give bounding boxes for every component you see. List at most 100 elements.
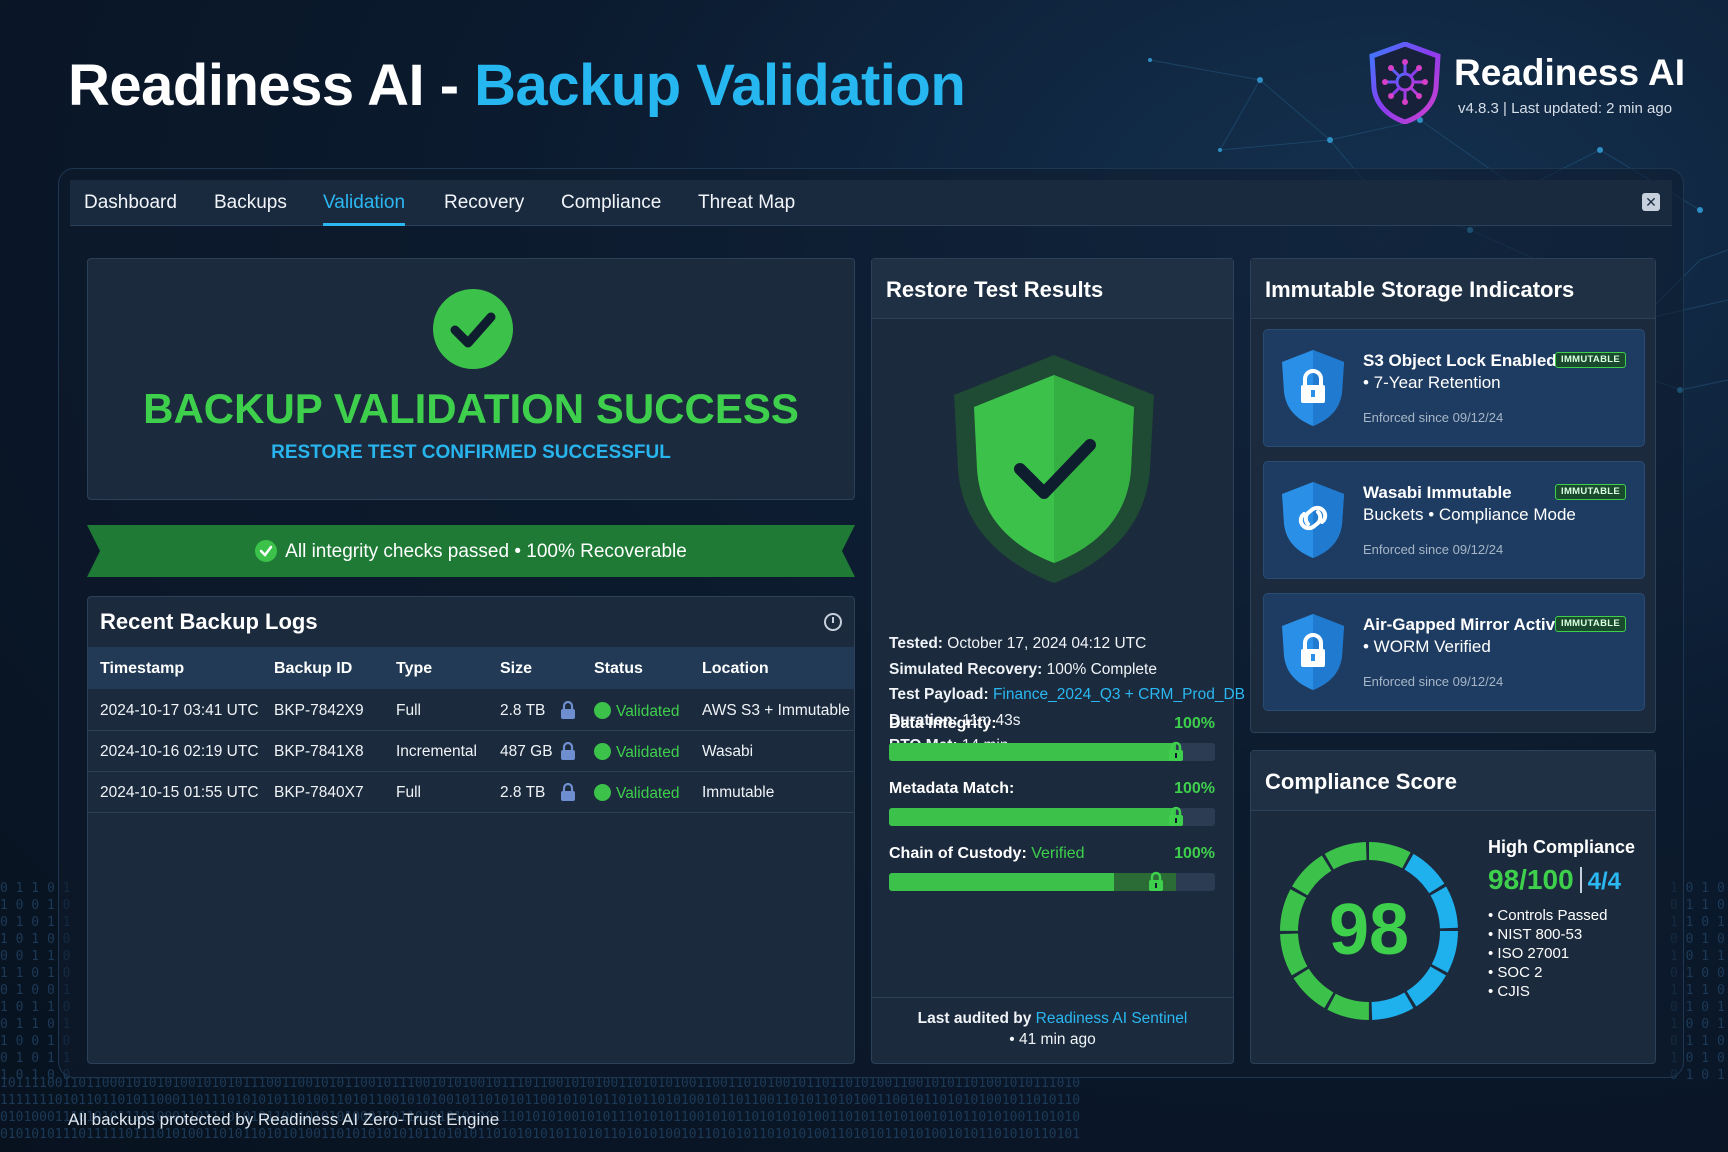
brand-version-meta: v4.8.3 | Last updated: 2 min ago bbox=[1458, 100, 1673, 117]
storage-card[interactable]: Air-Gapped Mirror Active • WORM Verified… bbox=[1263, 593, 1645, 711]
progress-bar-fill bbox=[889, 873, 1114, 891]
tab-backups[interactable]: Backups bbox=[214, 192, 287, 214]
close-icon[interactable]: ✕ bbox=[1642, 193, 1660, 211]
restore-facts: Tested: October 17, 2024 04:12 UTC Simul… bbox=[889, 631, 1245, 759]
progress-bar bbox=[889, 873, 1215, 891]
row-location: AWS S3 + Immutable bbox=[702, 702, 851, 719]
list-item: ISO 27001 bbox=[1488, 944, 1635, 963]
table-row[interactable]: 2024-10-15 01:55 UTC BKP-7840X7 Full 2.8… bbox=[88, 772, 854, 813]
success-title: BACKUP VALIDATION SUCCESS bbox=[143, 385, 799, 432]
test-payload-value: Finance_2024_Q3 + CRM_Prod_DB bbox=[992, 686, 1245, 703]
backup-logs-panel: Recent Backup Logs Timestamp Backup ID T… bbox=[87, 596, 855, 1064]
column-header[interactable]: Status bbox=[594, 660, 643, 678]
audit-agent-link[interactable]: Readiness AI Sentinel bbox=[1036, 1010, 1188, 1027]
compliance-level: High Compliance bbox=[1488, 837, 1636, 857]
bar-label: Data Integrity: bbox=[889, 715, 997, 732]
immutable-panel-title: Immutable Storage Indicators bbox=[1265, 277, 1575, 302]
table-row[interactable]: 2024-10-16 02:19 UTC BKP-7841X8 Incremen… bbox=[88, 731, 854, 772]
compliance-donut: 98 bbox=[1269, 831, 1469, 1031]
lock-icon bbox=[561, 700, 575, 719]
simulated-recovery-value: 100% Complete bbox=[1046, 660, 1157, 678]
page-title: Readiness AI - Backup Validation bbox=[68, 52, 966, 119]
storage-card-detail: • WORM Verified bbox=[1363, 637, 1491, 656]
storage-card[interactable]: S3 Object Lock Enabled • 7-Year Retentio… bbox=[1263, 329, 1645, 447]
padlock-icon bbox=[1168, 806, 1183, 826]
column-header[interactable]: Type bbox=[396, 660, 432, 678]
list-item: NIST 800-53 bbox=[1488, 925, 1635, 944]
check-circle-icon bbox=[594, 784, 611, 801]
page-title-main: Readiness AI - bbox=[68, 53, 459, 118]
brand-block: Readiness AI v4.8.3 | Last updated: 2 mi… bbox=[1368, 42, 1685, 127]
progress-bar-fill bbox=[889, 808, 1176, 826]
tab-recovery[interactable]: Recovery bbox=[444, 192, 524, 214]
check-circle-icon bbox=[255, 540, 278, 562]
padlock-icon bbox=[1149, 871, 1164, 891]
storage-card-since: Enforced since 09/12/24 bbox=[1363, 542, 1504, 557]
compliance-list: Controls Passed NIST 800-53 ISO 27001 SO… bbox=[1488, 906, 1635, 1001]
immutable-badge: IMMUTABLE bbox=[1555, 616, 1626, 632]
row-location: Immutable bbox=[702, 784, 775, 801]
integrity-banner-text: All integrity checks passed • 100% Recov… bbox=[285, 541, 687, 562]
tab-dashboard[interactable]: Dashboard bbox=[84, 192, 177, 214]
storage-card-title: Wasabi Immutable bbox=[1363, 483, 1512, 502]
storage-card-detail: Buckets • Compliance Mode bbox=[1363, 505, 1576, 524]
compliance-score-number: 98 bbox=[1328, 890, 1410, 970]
audit-footer: Last audited by Readiness AI Sentinel • … bbox=[872, 997, 1233, 1063]
lock-icon bbox=[561, 741, 575, 760]
row-type: Incremental bbox=[396, 743, 477, 760]
check-circle-icon bbox=[594, 743, 611, 760]
bar-percent: 100% bbox=[1174, 715, 1215, 732]
lock-icon bbox=[561, 782, 575, 801]
validation-success-panel: BACKUP VALIDATION SUCCESS RESTORE TEST C… bbox=[87, 258, 855, 500]
integrity-banner: All integrity checks passed • 100% Recov… bbox=[87, 525, 855, 577]
row-backup-id: BKP-7842X9 bbox=[274, 702, 364, 719]
row-status: Validated bbox=[594, 743, 679, 762]
list-item: SOC 2 bbox=[1488, 963, 1635, 982]
list-item: CJIS bbox=[1488, 982, 1635, 1001]
bar-percent: 100% bbox=[1174, 780, 1215, 797]
compliance-score-text: 98/100 bbox=[1488, 864, 1574, 895]
chain-shield-icon bbox=[1282, 482, 1344, 558]
column-header[interactable]: Size bbox=[500, 660, 532, 678]
storage-card-since: Enforced since 09/12/24 bbox=[1363, 410, 1504, 425]
immutable-badge: IMMUTABLE bbox=[1555, 352, 1626, 368]
column-header[interactable]: Backup ID bbox=[274, 660, 352, 678]
tab-validation[interactable]: Validation bbox=[323, 192, 406, 226]
immutable-storage-panel: Immutable Storage Indicators S3 Object L… bbox=[1250, 258, 1656, 733]
table-row[interactable]: 2024-10-17 03:41 UTC BKP-7842X9 Full 2.8… bbox=[88, 690, 854, 731]
tested-value: October 17, 2024 04:12 UTC bbox=[947, 635, 1147, 652]
storage-card[interactable]: Wasabi Immutable Buckets • Compliance Mo… bbox=[1263, 461, 1645, 579]
bar-label: Chain of Custody: Verified bbox=[889, 845, 1085, 862]
row-timestamp: 2024-10-16 02:19 UTC bbox=[100, 743, 259, 760]
lock-shield-icon bbox=[1282, 614, 1344, 690]
tab-threat-map[interactable]: Threat Map bbox=[698, 192, 795, 214]
compliance-score-panel: Compliance Score 98 High Compliance 98/1… bbox=[1250, 750, 1656, 1064]
row-type: Full bbox=[396, 702, 421, 719]
row-backup-id: BKP-7840X7 bbox=[274, 784, 364, 801]
list-item: Controls Passed bbox=[1488, 906, 1635, 925]
tab-compliance[interactable]: Compliance bbox=[561, 192, 661, 214]
storage-card-detail: • 7-Year Retention bbox=[1363, 373, 1501, 392]
storage-card-title: Air-Gapped Mirror Active bbox=[1363, 615, 1565, 634]
compliance-fraction: 4/4 bbox=[1587, 868, 1622, 895]
row-location: Wasabi bbox=[702, 743, 754, 760]
compliance-panel-title: Compliance Score bbox=[1265, 769, 1457, 794]
success-check-icon bbox=[433, 289, 513, 369]
padlock-icon bbox=[1168, 741, 1183, 761]
bar-label: Metadata Match: bbox=[889, 780, 1015, 797]
row-backup-id: BKP-7841X8 bbox=[274, 743, 364, 760]
page-title-accent: Backup Validation bbox=[474, 53, 966, 118]
shield-check-icon bbox=[954, 355, 1154, 583]
compliance-info: High Compliance 98/100 4/4 Controls Passe… bbox=[1488, 837, 1635, 1001]
brand-shield-logo-icon bbox=[1369, 42, 1441, 124]
check-circle-icon bbox=[594, 702, 611, 719]
lock-shield-icon bbox=[1282, 350, 1344, 426]
column-header[interactable]: Timestamp bbox=[100, 660, 184, 678]
row-status: Validated bbox=[594, 784, 679, 803]
table-header: Timestamp Backup ID Type Size Status Loc… bbox=[88, 647, 854, 689]
row-size: 2.8 TB bbox=[500, 702, 546, 719]
immutable-badge: IMMUTABLE bbox=[1555, 484, 1626, 500]
restore-panel-title: Restore Test Results bbox=[886, 277, 1104, 302]
column-header[interactable]: Location bbox=[702, 660, 769, 678]
clock-icon[interactable] bbox=[824, 613, 842, 631]
